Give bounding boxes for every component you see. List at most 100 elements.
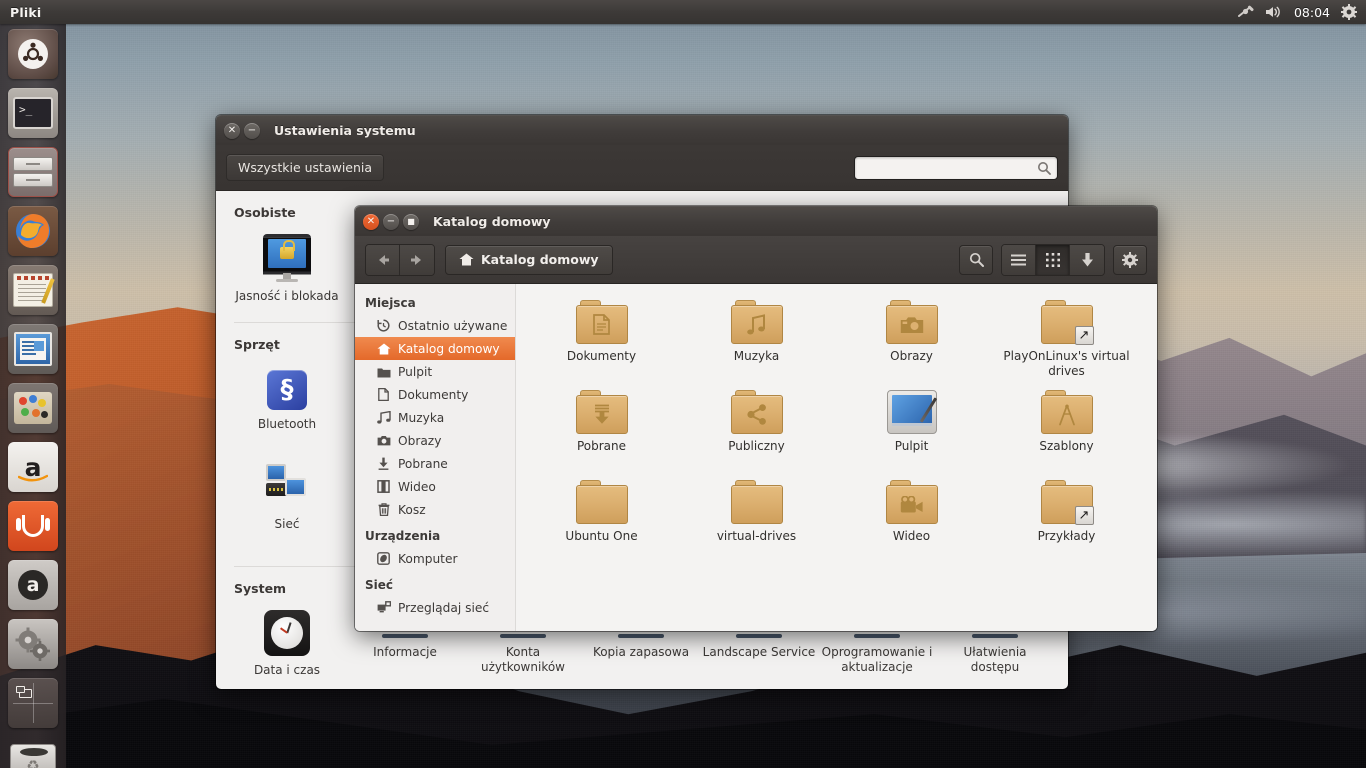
launcher-item-notes[interactable] (8, 265, 58, 315)
settings-item-landscape[interactable]: Landscape Service (700, 630, 818, 675)
gear-icon[interactable] (1341, 4, 1357, 20)
file-item[interactable]: Dokumenty (524, 300, 679, 390)
file-item[interactable]: virtual-drives (679, 480, 834, 570)
sort-order-button[interactable] (1070, 244, 1104, 275)
launcher-item-software-center[interactable]: a (8, 560, 58, 610)
file-item[interactable]: Pobrane (524, 390, 679, 480)
file-item[interactable]: Szablony (989, 390, 1144, 480)
search-button[interactable] (959, 244, 993, 275)
sidebar-header-devices: Urządzenia (365, 529, 441, 543)
files-sidebar: Miejsca Ostatnio używane Katalog domowy … (355, 284, 516, 631)
file-name: Ubuntu One (565, 529, 638, 543)
file-item[interactable]: Muzyka (679, 300, 834, 390)
launcher-item-files[interactable] (8, 147, 58, 197)
settings-minimize-button[interactable]: − (244, 122, 260, 139)
file-item[interactable]: Publiczny (679, 390, 834, 480)
file-name: Przykłady (1037, 529, 1096, 543)
file-item[interactable]: Wideo (834, 480, 989, 570)
grid-view-icon (1045, 252, 1060, 267)
panel-app-title[interactable]: Pliki (10, 5, 41, 20)
ubuntu-logo-icon (18, 39, 48, 69)
settings-item-network[interactable]: Sieć (228, 458, 346, 548)
brightness-lock-icon (263, 234, 311, 282)
files-close-button[interactable]: ✕ (363, 213, 379, 230)
files-titlebar[interactable]: ✕ − ■ Katalog domowy (355, 206, 1157, 236)
files-toolbar: Katalog domowy (355, 236, 1157, 284)
settings-item-label: Oprogramowanie i aktualizacje (821, 645, 933, 674)
settings-item-label: Informacje (373, 645, 437, 659)
file-item[interactable]: Pulpit (834, 390, 989, 480)
sidebar-item-pictures[interactable]: Obrazy (355, 429, 515, 452)
landscape-icon (736, 634, 782, 638)
settings-search-input[interactable] (861, 160, 1037, 175)
icon-view-button[interactable] (1036, 244, 1070, 275)
launcher-item-amazon[interactable]: a (8, 442, 58, 492)
folder-videos-icon (885, 480, 938, 524)
clock-label[interactable]: 08:04 (1294, 5, 1330, 20)
settings-item-accessibility[interactable]: Ułatwienia dostępu (936, 630, 1054, 675)
settings-item-brightness-lock[interactable]: Jasność i blokada (228, 230, 346, 320)
settings-close-button[interactable]: ✕ (224, 122, 240, 139)
files-maximize-button[interactable]: ■ (403, 213, 419, 230)
sidebar-item-documents[interactable]: Dokumenty (355, 383, 515, 406)
launcher-item-system-settings[interactable] (8, 619, 58, 669)
launcher-item-terminal[interactable]: >_ (8, 88, 58, 138)
launcher-item-libreoffice-writer[interactable] (8, 324, 58, 374)
settings-bottom-items: Informacje Konta użytkowników Kopia zapa… (216, 630, 1068, 675)
sidebar-item-home[interactable]: Katalog domowy (355, 337, 515, 360)
trash-icon (376, 503, 391, 516)
sidebar-item-label: Pobrane (398, 456, 448, 471)
launcher-item-gimp[interactable] (8, 383, 58, 433)
accessibility-icon (972, 634, 1018, 638)
folder-documents-icon (575, 300, 628, 344)
sidebar-item-label: Muzyka (398, 410, 445, 425)
settings-item-label: Ułatwienia dostępu (963, 645, 1027, 674)
settings-item-user-accounts[interactable]: Konta użytkowników (464, 630, 582, 675)
settings-item-bluetooth[interactable]: Bluetooth (228, 362, 346, 448)
settings-item-label: Bluetooth (257, 417, 317, 431)
notepad-pencil-icon (13, 273, 55, 307)
sidebar-item-music[interactable]: Muzyka (355, 406, 515, 429)
sidebar-item-label: Ostatnio używane (398, 318, 508, 333)
launcher-item-ubuntu-one-music[interactable] (8, 501, 58, 551)
sidebar-item-trash[interactable]: Kosz (355, 498, 515, 521)
launcher-item-firefox[interactable] (8, 206, 58, 256)
files-body: Miejsca Ostatnio używane Katalog domowy … (355, 284, 1157, 631)
launcher-item-dash-home[interactable] (8, 29, 58, 79)
folder-examples-link-icon: ↗ (1040, 480, 1094, 525)
sidebar-header-places: Miejsca (365, 296, 416, 310)
file-item[interactable]: Ubuntu One (524, 480, 679, 570)
file-item[interactable]: ↗ Przykłady (989, 480, 1144, 570)
software-center-icon: a (18, 570, 48, 600)
computer-disk-icon (376, 552, 391, 565)
back-button[interactable] (366, 244, 400, 275)
sidebar-item-computer[interactable]: Komputer (355, 547, 515, 570)
volume-icon[interactable] (1265, 5, 1283, 19)
launcher-item-workspace-switcher[interactable] (8, 678, 58, 728)
settings-search-box[interactable] (854, 155, 1058, 180)
folder-virtual-drives-icon (730, 480, 783, 524)
search-icon (969, 252, 984, 267)
sidebar-item-recent[interactable]: Ostatnio używane (355, 314, 515, 337)
settings-item-backup[interactable]: Kopia zapasowa (582, 630, 700, 675)
browse-network-icon (376, 601, 391, 614)
settings-item-software-updates[interactable]: Oprogramowanie i aktualizacje (818, 630, 936, 675)
sidebar-item-browse-network[interactable]: Przeglądaj sieć (355, 596, 515, 619)
sidebar-item-desktop[interactable]: Pulpit (355, 360, 515, 383)
forward-button[interactable] (400, 244, 434, 275)
list-view-button[interactable] (1002, 244, 1036, 275)
settings-titlebar[interactable]: ✕ − Ustawienia systemu (216, 115, 1068, 145)
files-minimize-button[interactable]: − (383, 213, 399, 230)
settings-item-info[interactable]: Informacje (346, 630, 464, 675)
launcher-item-trash[interactable]: ♻ (8, 737, 58, 768)
files-icon-view: Dokumenty Muzyka Obrazy ↗ PlayOnLinux's … (516, 284, 1157, 631)
file-item[interactable]: ↗ PlayOnLinux's virtual drives (989, 300, 1144, 390)
file-item[interactable]: Obrazy (834, 300, 989, 390)
sidebar-item-downloads[interactable]: Pobrane (355, 452, 515, 475)
bluetooth-icon[interactable] (1237, 5, 1254, 19)
path-bar-home-button[interactable]: Katalog domowy (445, 244, 613, 275)
home-icon (459, 253, 474, 266)
sidebar-item-videos[interactable]: Wideo (355, 475, 515, 498)
all-settings-button[interactable]: Wszystkie ustawienia (226, 154, 385, 181)
settings-gear-button[interactable] (1113, 244, 1147, 275)
